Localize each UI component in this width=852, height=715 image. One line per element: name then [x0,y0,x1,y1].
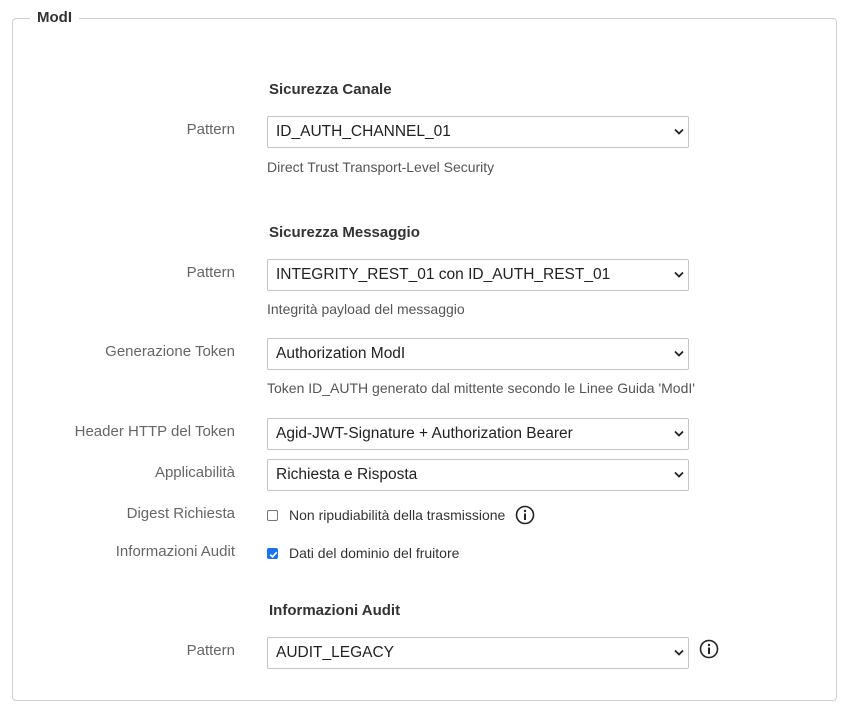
token-generation-label: Generazione Token [105,343,235,360]
section-title-channel-security: Sicurezza Canale [269,81,392,98]
token-header-label: Header HTTP del Token [74,423,235,440]
chevron-down-icon [674,430,684,437]
applicability-label: Applicabilità [154,464,235,481]
message-pattern-value: INTEGRITY_REST_01 con ID_AUTH_REST_01 [276,266,611,283]
digest-checkbox-label: Non ripudiabilità della trasmissione [289,507,506,523]
token-header-value: Agid-JWT-Signature + Authorization Beare… [276,425,573,442]
chevron-down-icon [674,128,684,135]
applicability-value: Richiesta e Risposta [276,466,418,483]
channel-pattern-value: ID_AUTH_CHANNEL_01 [276,123,451,140]
section-title-message-security: Sicurezza Messaggio [269,224,420,241]
digest-checkbox[interactable] [267,509,278,521]
digest-label: Digest Richiesta [126,505,235,522]
fieldset-legend: ModI [30,9,79,26]
token-generation-hint: Token ID_AUTH generato dal mittente seco… [267,380,695,396]
chevron-down-icon [674,649,684,656]
info-circle-icon[interactable] [699,639,719,659]
audit-info-checkbox-label: Dati del dominio del fruitore [289,545,460,561]
audit-pattern-label: Pattern [186,642,235,659]
token-generation-select[interactable]: Authorization ModI [267,338,689,370]
channel-pattern-select[interactable]: ID_AUTH_CHANNEL_01 [267,116,689,148]
chevron-down-icon [674,271,684,278]
message-pattern-hint: Integrità payload del messaggio [267,301,465,317]
audit-info-checkbox[interactable] [267,547,278,559]
info-circle-icon[interactable] [515,505,535,525]
chevron-down-icon [674,350,684,357]
audit-pattern-value: AUDIT_LEGACY [276,644,395,661]
digest-checkbox-row: Non ripudiabilità della trasmissione [267,505,535,525]
channel-pattern-hint: Direct Trust Transport-Level Security [267,159,495,175]
token-generation-value: Authorization ModI [276,345,406,362]
audit-info-checkbox-row: Dati del dominio del fruitore [267,545,459,561]
message-pattern-select[interactable]: INTEGRITY_REST_01 con ID_AUTH_REST_01 [267,259,689,291]
audit-info-label: Informazioni Audit [115,543,235,560]
channel-pattern-label: Pattern [186,121,235,138]
audit-pattern-select[interactable]: AUDIT_LEGACY [267,637,689,669]
applicability-select[interactable]: Richiesta e Risposta [267,459,689,491]
message-pattern-label: Pattern [186,264,235,281]
check-icon [269,551,278,558]
token-header-select[interactable]: Agid-JWT-Signature + Authorization Beare… [267,418,689,450]
section-title-audit: Informazioni Audit [269,602,401,619]
chevron-down-icon [674,471,684,478]
